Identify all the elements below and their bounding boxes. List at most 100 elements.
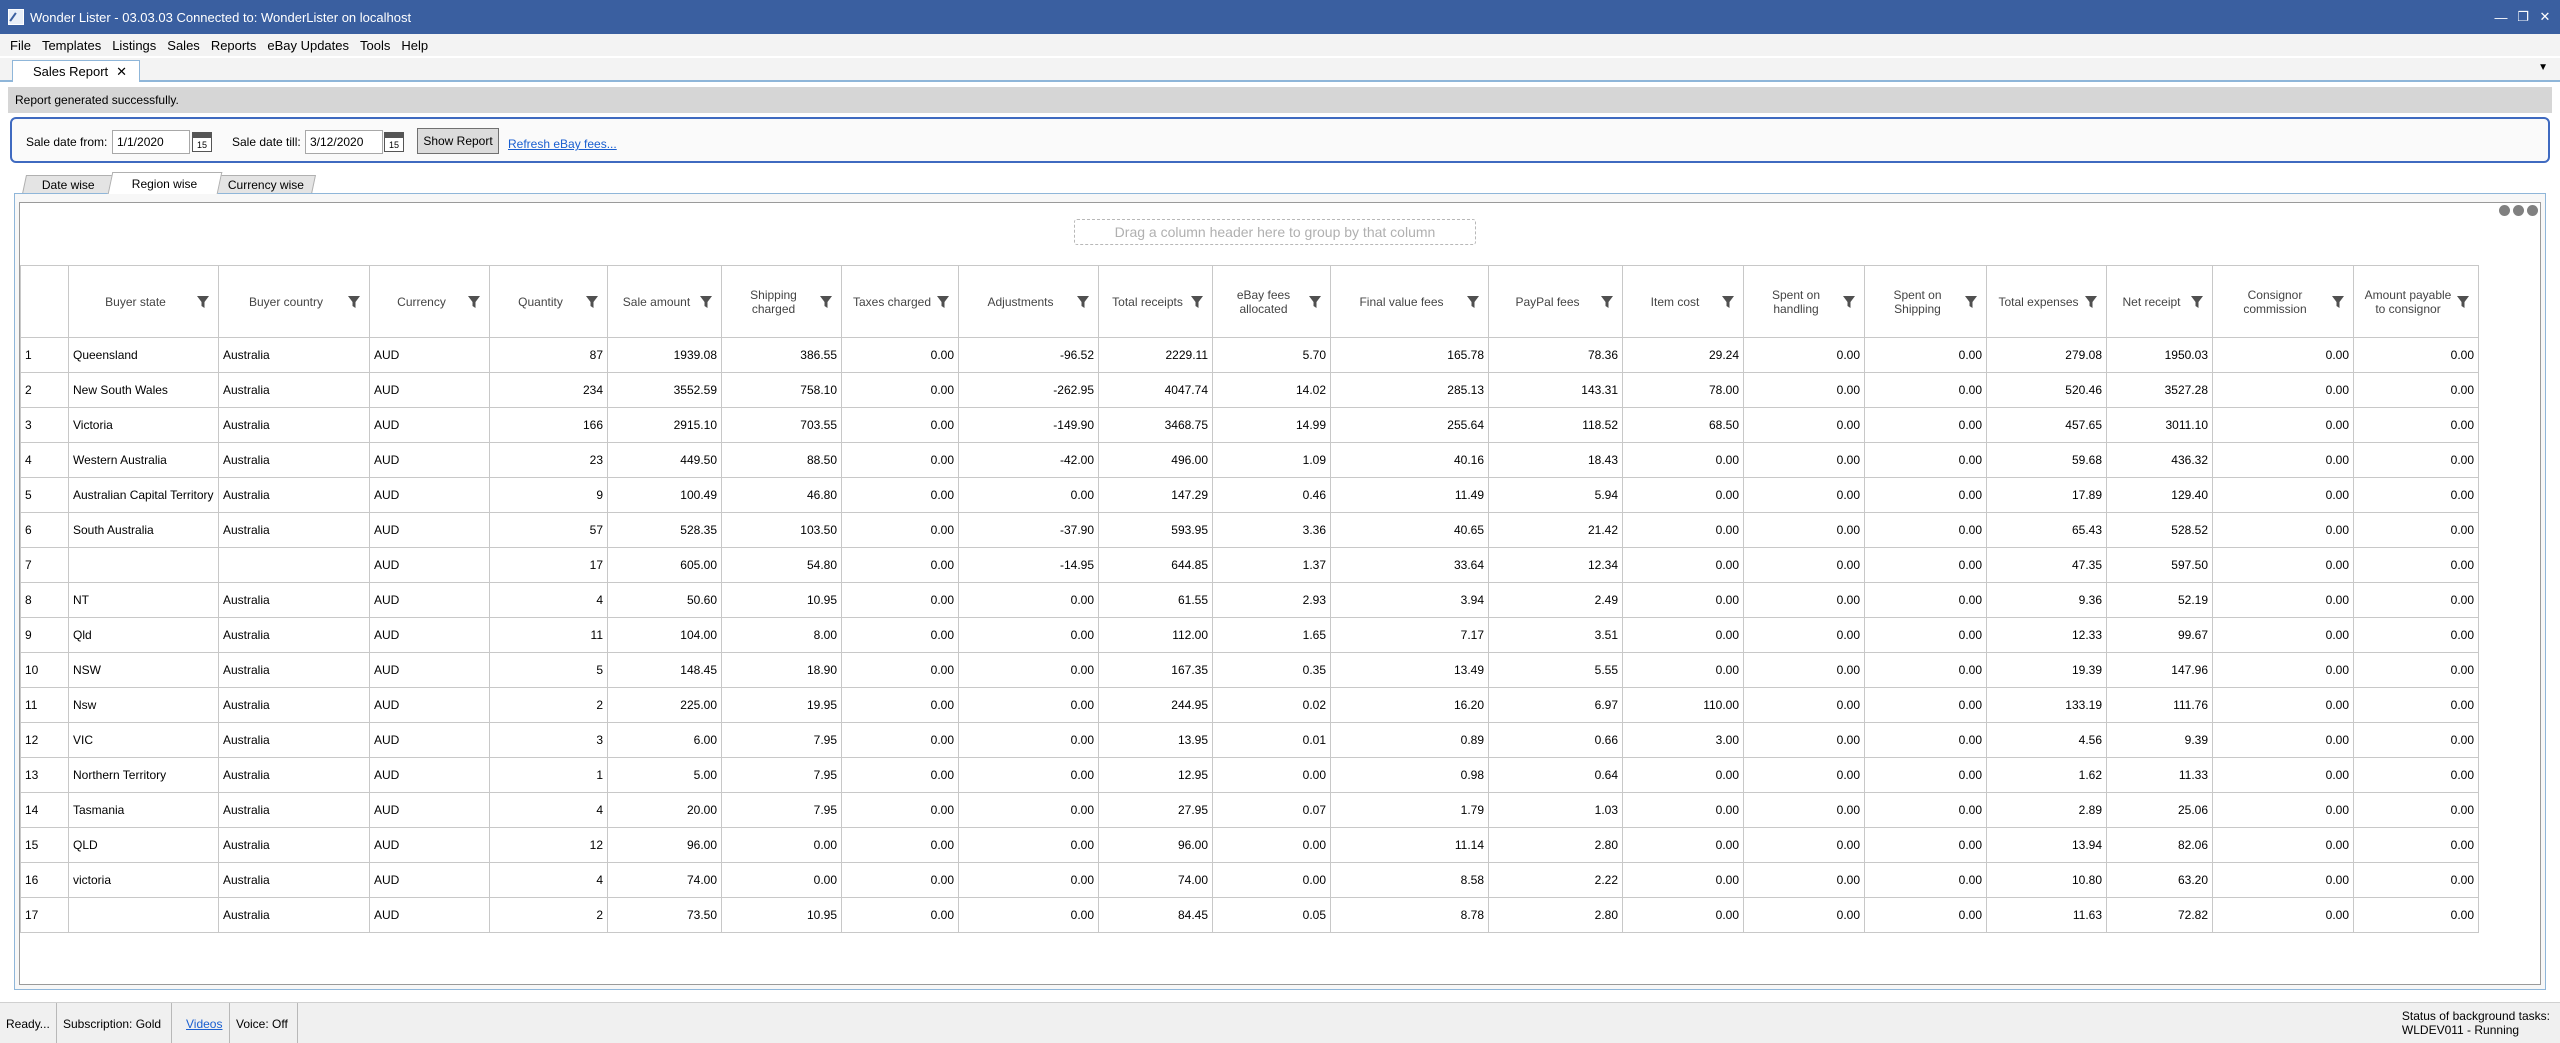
table-cell[interactable]: 7.95	[721, 757, 842, 793]
minimize-icon[interactable]: —	[2490, 0, 2512, 34]
table-cell[interactable]: 4	[489, 862, 608, 898]
table-cell[interactable]: 74.00	[1098, 862, 1213, 898]
calendar-icon[interactable]: 15	[192, 132, 212, 152]
table-cell[interactable]: 2	[489, 897, 608, 933]
table-cell[interactable]: AUD	[369, 827, 490, 863]
chevron-down-icon[interactable]: ▼	[2538, 62, 2548, 73]
table-cell[interactable]: 11.33	[2106, 757, 2213, 793]
table-cell[interactable]: 0.00	[2353, 722, 2479, 758]
table-cell[interactable]: New South Wales	[68, 372, 219, 408]
table-cell[interactable]: AUD	[369, 547, 490, 583]
table-cell[interactable]: 13.94	[1986, 827, 2107, 863]
filter-icon[interactable]	[1308, 295, 1322, 309]
table-cell[interactable]: 0.00	[2212, 757, 2354, 793]
table-row[interactable]: 3 Victoria Australia AUD 166 2915.10 703.55 0.0…	[20, 407, 2479, 443]
table-cell[interactable]: 167.35	[1098, 652, 1213, 688]
table-cell[interactable]: 0.00	[958, 652, 1099, 688]
table-cell[interactable]: 0.00	[958, 477, 1099, 513]
table-cell[interactable]: 703.55	[721, 407, 842, 443]
table-row[interactable]: 17 Australia AUD 2 73.50 10.95 0.00 0.00 84.45 0.…	[20, 897, 2479, 933]
table-cell[interactable]: 9.36	[1986, 582, 2107, 618]
close-tab-icon[interactable]: ✕	[116, 64, 127, 80]
table-cell[interactable]: 285.13	[1330, 372, 1489, 408]
table-cell[interactable]: 61.55	[1098, 582, 1213, 618]
table-cell[interactable]: 14.02	[1212, 372, 1331, 408]
table-cell[interactable]: 10.95	[721, 897, 842, 933]
table-cell[interactable]: Northern Territory	[68, 757, 219, 793]
column-header[interactable]: Currency	[369, 265, 490, 338]
table-cell[interactable]: 0.00	[2353, 582, 2479, 618]
table-cell[interactable]: 0.35	[1212, 652, 1331, 688]
column-header[interactable]: Net receipt	[2106, 265, 2213, 338]
table-cell[interactable]: 0.00	[958, 722, 1099, 758]
table-cell[interactable]: -149.90	[958, 407, 1099, 443]
table-row[interactable]: 6 South Australia Australia AUD 57 528.35 103.…	[20, 512, 2479, 548]
table-cell[interactable]: 0.01	[1212, 722, 1331, 758]
table-cell[interactable]: 21.42	[1488, 512, 1623, 548]
table-row[interactable]: 5 Australian Capital Territory Australia AU…	[20, 477, 2479, 513]
table-cell[interactable]: Australia	[218, 337, 370, 373]
table-cell[interactable]: 0.00	[2212, 512, 2354, 548]
table-cell[interactable]: 0.00	[1864, 792, 1987, 828]
table-cell[interactable]: 436.32	[2106, 442, 2213, 478]
table-cell[interactable]: 0.00	[1212, 757, 1331, 793]
table-cell[interactable]: 52.19	[2106, 582, 2213, 618]
table-cell[interactable]: 386.55	[721, 337, 842, 373]
table-cell[interactable]: 3552.59	[607, 372, 722, 408]
table-cell[interactable]: 0.00	[2212, 337, 2354, 373]
table-cell[interactable]: 1.37	[1212, 547, 1331, 583]
table-cell[interactable]: 5.70	[1212, 337, 1331, 373]
table-cell[interactable]: 143.31	[1488, 372, 1623, 408]
table-cell[interactable]: 3011.10	[2106, 407, 2213, 443]
table-cell[interactable]: 0.00	[1622, 792, 1744, 828]
table-cell[interactable]: 593.95	[1098, 512, 1213, 548]
table-cell[interactable]: 0.00	[1212, 827, 1331, 863]
table-cell[interactable]: 0.00	[841, 547, 959, 583]
table-cell[interactable]: AUD	[369, 512, 490, 548]
table-cell[interactable]: 57	[489, 512, 608, 548]
table-cell[interactable]: Australia	[218, 442, 370, 478]
table-cell[interactable]: 0.00	[1864, 547, 1987, 583]
table-cell[interactable]: 0.00	[1622, 547, 1744, 583]
table-cell[interactable]: 1.65	[1212, 617, 1331, 653]
table-cell[interactable]: 0.00	[1864, 337, 1987, 373]
table-cell[interactable]: 8.58	[1330, 862, 1489, 898]
table-cell[interactable]: 0.00	[2353, 652, 2479, 688]
table-cell[interactable]: 20.00	[607, 792, 722, 828]
column-header[interactable]: Buyer country	[218, 265, 370, 338]
table-cell[interactable]: 87	[489, 337, 608, 373]
table-cell[interactable]: 3.51	[1488, 617, 1623, 653]
column-header[interactable]: eBay fees allocated	[1212, 265, 1331, 338]
table-cell[interactable]: VIC	[68, 722, 219, 758]
table-cell[interactable]: 12.34	[1488, 547, 1623, 583]
table-cell[interactable]: 255.64	[1330, 407, 1489, 443]
table-cell[interactable]: 78.00	[1622, 372, 1744, 408]
table-cell[interactable]: 17.89	[1986, 477, 2107, 513]
table-cell[interactable]: 10.95	[721, 582, 842, 618]
table-cell[interactable]: 1950.03	[2106, 337, 2213, 373]
table-cell[interactable]: 2915.10	[607, 407, 722, 443]
table-cell[interactable]: Australia	[218, 407, 370, 443]
table-cell[interactable]: 0.66	[1488, 722, 1623, 758]
table-cell[interactable]: 19.39	[1986, 652, 2107, 688]
menu-templates[interactable]: Templates	[42, 38, 108, 53]
table-cell[interactable]: 279.08	[1986, 337, 2107, 373]
table-cell[interactable]: 0.00	[1743, 477, 1865, 513]
table-cell[interactable]: 0.05	[1212, 897, 1331, 933]
table-cell[interactable]: 0.00	[1743, 862, 1865, 898]
table-cell[interactable]: Western Australia	[68, 442, 219, 478]
table-cell[interactable]: 0.00	[2353, 512, 2479, 548]
menu-ebay-updates[interactable]: eBay Updates	[267, 38, 356, 53]
table-cell[interactable]: 2.49	[1488, 582, 1623, 618]
table-cell[interactable]: 17	[489, 547, 608, 583]
table-cell[interactable]: Australian Capital Territory	[68, 477, 219, 513]
table-cell[interactable]: 0.00	[2353, 442, 2479, 478]
table-cell[interactable]: AUD	[369, 337, 490, 373]
table-cell[interactable]: 0.00	[1864, 652, 1987, 688]
filter-icon[interactable]	[1721, 295, 1735, 309]
table-cell[interactable]: 23	[489, 442, 608, 478]
table-cell[interactable]: 0.00	[1622, 827, 1744, 863]
table-cell[interactable]: 0.00	[1743, 547, 1865, 583]
filter-icon[interactable]	[585, 295, 599, 309]
table-cell[interactable]: 54.80	[721, 547, 842, 583]
